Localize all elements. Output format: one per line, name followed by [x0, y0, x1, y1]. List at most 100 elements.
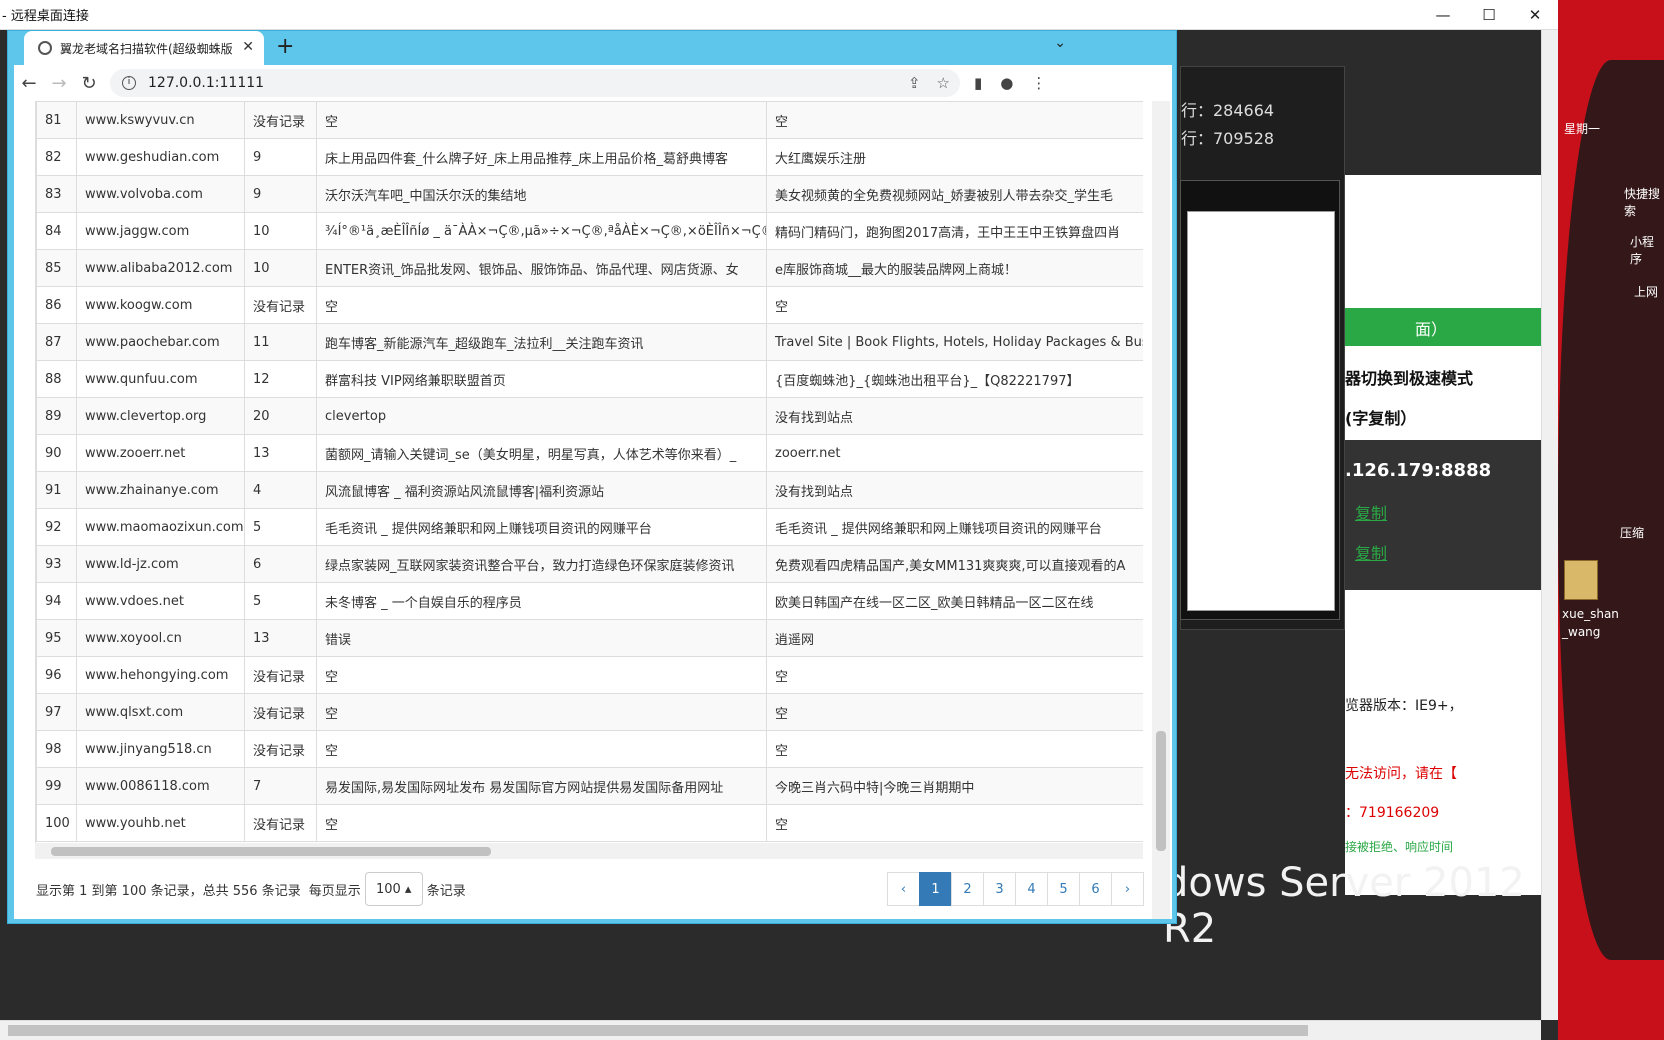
- table-row: 92 www.maomaozixun.com 5 毛毛资讯 _ 提供网络兼职和网上赚钱…: [36, 508, 1143, 546]
- green-banner: 面）: [1345, 308, 1541, 346]
- scroll-thumb[interactable]: [8, 1025, 1308, 1036]
- title-cell: 绿点家装网_互联网家装资讯整合平台，致力打造绿色环保家庭装修资讯: [316, 545, 767, 583]
- table-row: 98 www.jinyang518.cn 没有记录空空: [36, 730, 1143, 768]
- page-button[interactable]: 3: [983, 872, 1016, 906]
- record-cell: 10: [244, 249, 317, 287]
- rdp-horizontal-scrollbar[interactable]: [0, 1020, 1541, 1040]
- copy-link[interactable]: 复制: [1355, 540, 1387, 564]
- result-cell: 今晚三肖六码中特|今晚三肖期期中: [766, 767, 1143, 805]
- record-cell: 9: [244, 138, 317, 176]
- bg-text: 无法访问，请在【: [1345, 766, 1457, 782]
- domain-cell: www.zooerr.net: [76, 434, 245, 472]
- title-cell: 空: [316, 656, 767, 694]
- local-desktop-edge: 星期一 快捷搜索 小程序 上网 压缩 xue_shan _wang: [1558, 0, 1664, 1040]
- folder-icon[interactable]: [1564, 560, 1598, 600]
- table-row: 100 www.youhb.net 没有记录空空: [36, 804, 1143, 842]
- domain-cell: www.hehongying.com: [76, 656, 245, 694]
- desktop-icon-label[interactable]: 压缩: [1620, 524, 1644, 541]
- page-button[interactable]: 6: [1079, 872, 1112, 906]
- record-cell: 没有记录: [244, 804, 317, 842]
- title-cell: 未冬博客 _ 一个自娱自乐的程序员: [316, 582, 767, 620]
- side-item[interactable]: 小程序: [1630, 233, 1664, 267]
- scroll-thumb[interactable]: [1156, 731, 1166, 851]
- minimize-button[interactable]: —: [1420, 0, 1466, 30]
- page-button[interactable]: 2: [951, 872, 984, 906]
- page-button[interactable]: 4: [1015, 872, 1048, 906]
- results-table-container: 81 www.kswyvuv.cn 没有记录空空 82 www.geshudian.co…: [35, 101, 1143, 843]
- result-cell: {百度蜘蛛池}_{蜘蛛池出租平台}_【Q82221797】: [766, 360, 1143, 398]
- domain-cell: www.paochebar.com: [76, 323, 245, 361]
- row-index: 83: [36, 175, 77, 213]
- page-vertical-scrollbar[interactable]: [1152, 101, 1170, 919]
- title-cell: 空: [316, 693, 767, 731]
- result-cell: 免费观看四虎精品国产,美女MM131爽爽爽,可以直接观看的A: [766, 545, 1143, 583]
- table-horizontal-scrollbar[interactable]: [35, 843, 1143, 859]
- row-index: 81: [36, 101, 77, 139]
- table-row: 85 www.alibaba2012.com 10 ENTER资讯_饰品批发网、银饰品…: [36, 249, 1143, 287]
- page-button[interactable]: 5: [1047, 872, 1080, 906]
- side-panel-icon[interactable]: ▮: [974, 74, 982, 92]
- new-tab-button[interactable]: +: [276, 34, 294, 59]
- star-icon[interactable]: ☆: [937, 74, 950, 92]
- rdp-vertical-scrollbar[interactable]: [1541, 30, 1558, 1020]
- table-row: 90 www.zooerr.net 13 菌额网_请输入关键词_se（美女明星，明星写…: [36, 434, 1143, 472]
- record-cell: 没有记录: [244, 286, 317, 324]
- row-index: 89: [36, 397, 77, 435]
- dialog-textarea: [1187, 211, 1335, 611]
- title-cell: clevertop: [316, 397, 767, 435]
- row-index: 99: [36, 767, 77, 805]
- title-cell: 空: [316, 286, 767, 324]
- side-item[interactable]: 快捷搜索: [1624, 185, 1664, 219]
- copy-link[interactable]: 复制: [1355, 500, 1387, 524]
- reload-icon[interactable]: ↻: [74, 73, 104, 94]
- menu-icon[interactable]: ⋮: [1031, 74, 1046, 92]
- profile-icon[interactable]: ●: [1000, 74, 1013, 92]
- result-cell: e库服饰商城__最大的服装品牌网上商城！: [766, 249, 1143, 287]
- forward-icon[interactable]: →: [44, 73, 74, 94]
- result-cell: 毛毛资讯 _ 提供网络兼职和网上赚钱项目资讯的网赚平台: [766, 508, 1143, 546]
- desktop-icon-label[interactable]: _wang: [1562, 625, 1600, 639]
- chevron-down-icon[interactable]: ⌄: [1054, 35, 1066, 51]
- tab-strip: 翼龙老域名扫描软件(超级蜘蛛版 ✕ + ⌄: [8, 31, 1176, 65]
- table-row: 86 www.koogw.com 没有记录空空: [36, 286, 1143, 324]
- table-row: 93 www.ld-jz.com 6 绿点家装网_互联网家装资讯整合平台，致力打造绿色…: [36, 545, 1143, 583]
- browser-tab[interactable]: 翼龙老域名扫描软件(超级蜘蛛版 ✕: [24, 31, 264, 65]
- window-title: - 远程桌面连接: [2, 9, 89, 24]
- bg-ip: .126.179:8888: [1345, 460, 1492, 481]
- result-cell: 精码门精码门，跑狗图2017高清，王中王王中王铁算盘四肖: [766, 212, 1143, 250]
- page-button[interactable]: 1: [919, 872, 952, 906]
- record-cell: 没有记录: [244, 730, 317, 768]
- title-cell: 空: [316, 101, 767, 139]
- table-row: 84 www.jaggw.com 10 ¾Í°®¹ä¸æÈÎÎñÍø _ ä¯ÀÀ×¬…: [36, 212, 1143, 250]
- result-cell: 空: [766, 730, 1143, 768]
- record-cell: 没有记录: [244, 101, 317, 139]
- result-cell: 美女视频黄的全免费视频网站_娇妻被别人带去杂交_学生毛: [766, 175, 1143, 213]
- browser-toolbar: ← → ↻ i 127.0.0.1:11111 ⇪ ☆ ▮ ● ⋮: [14, 65, 1172, 101]
- next-page-button[interactable]: ›: [1111, 872, 1144, 906]
- page-content: 81 www.kswyvuv.cn 没有记录空空 82 www.geshudian.co…: [14, 101, 1172, 919]
- address-bar[interactable]: i 127.0.0.1:11111 ⇪ ☆: [110, 69, 960, 97]
- title-cell: 风流鼠博客 _ 福利资源站风流鼠博客|福利资源站: [316, 471, 767, 509]
- row-index: 93: [36, 545, 77, 583]
- row-index: 90: [36, 434, 77, 472]
- row-index: 96: [36, 656, 77, 694]
- row-index: 91: [36, 471, 77, 509]
- prev-page-button[interactable]: ‹: [887, 872, 920, 906]
- close-button[interactable]: ✕: [1512, 0, 1558, 30]
- record-cell: 5: [244, 582, 317, 620]
- bg-text: (字复制）: [1345, 409, 1417, 428]
- scroll-thumb[interactable]: [51, 847, 491, 856]
- record-cell: 7: [244, 767, 317, 805]
- row-index: 95: [36, 619, 77, 657]
- close-tab-icon[interactable]: ✕: [242, 39, 254, 55]
- side-item[interactable]: 上网: [1634, 283, 1658, 300]
- back-icon[interactable]: ←: [14, 73, 44, 94]
- per-page-select[interactable]: 100 ▴: [364, 872, 423, 906]
- info-icon[interactable]: i: [122, 76, 136, 90]
- console-line: 行：284664: [1181, 101, 1275, 120]
- maximize-button[interactable]: ☐: [1466, 0, 1512, 30]
- url-text[interactable]: 127.0.0.1:11111: [148, 75, 264, 91]
- share-icon[interactable]: ⇪: [908, 74, 921, 92]
- desktop-icon-label[interactable]: xue_shan: [1562, 607, 1619, 621]
- table-footer: 显示第 1 到第 100 条记录，总共 556 条记录 每页显示 100 ▴ 条…: [36, 869, 1144, 909]
